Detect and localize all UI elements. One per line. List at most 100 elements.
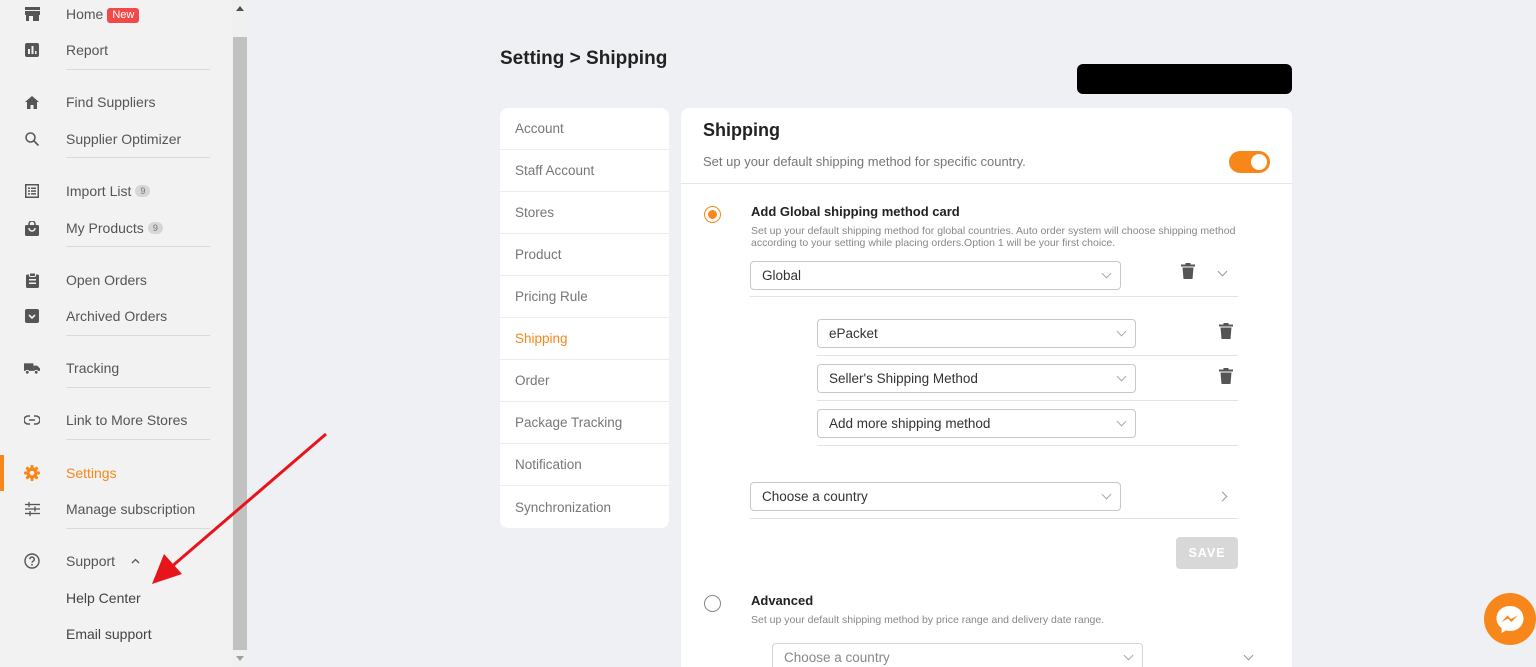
help-center-link[interactable]: Help Center — [66, 590, 141, 606]
store-icon — [24, 6, 40, 22]
sidebar-divider — [66, 439, 210, 440]
row-divider — [817, 355, 1238, 356]
advanced-title: Advanced — [751, 593, 814, 608]
settings-menu-item[interactable]: Staff Account — [500, 150, 669, 192]
sidebar-item-tracking[interactable]: Tracking — [0, 350, 232, 386]
link-icon — [24, 412, 40, 428]
messenger-chat-button[interactable] — [1484, 593, 1536, 645]
gear-icon — [24, 465, 40, 481]
global-card-description: Set up your default shipping method for … — [751, 225, 1236, 249]
sidebar: Home New Report Find Suppliers Supplier O… — [0, 0, 232, 667]
advanced-description: Set up your default shipping method by p… — [751, 614, 1105, 626]
list-icon — [24, 183, 40, 199]
sidebar-divider — [66, 157, 210, 158]
bar-chart-icon — [24, 42, 40, 58]
sidebar-item-settings[interactable]: Settings — [0, 455, 232, 491]
sidebar-item-label: Tracking — [66, 360, 120, 376]
sidebar-item-label: Report — [66, 42, 109, 58]
scroll-down-arrow-icon[interactable] — [236, 656, 244, 661]
settings-menu-item[interactable]: Package Tracking — [500, 402, 669, 444]
row-divider — [817, 400, 1238, 401]
shipping-method-value: ePacket — [829, 326, 878, 341]
sidebar-divider — [66, 335, 210, 336]
shipping-panel: Shipping Set up your default shipping me… — [681, 108, 1292, 667]
settings-menu-item[interactable]: Product — [500, 234, 669, 276]
chevron-down-icon[interactable] — [1217, 266, 1228, 277]
panel-divider — [681, 183, 1292, 184]
sidebar-item-open-orders[interactable]: Open Orders — [0, 262, 232, 298]
sidebar-item-label: Settings — [66, 465, 117, 481]
shipping-method-select-1[interactable]: ePacket — [817, 319, 1136, 348]
advanced-radio[interactable] — [704, 595, 721, 612]
sidebar-divider — [66, 246, 210, 247]
sidebar-item-label: Manage subscription — [66, 501, 196, 517]
panel-description: Set up your default shipping method for … — [703, 154, 1026, 169]
sidebar-item-my-products[interactable]: My Products 9 — [0, 210, 232, 246]
sidebar-item-label: Supplier Optimizer — [66, 131, 182, 147]
region-select[interactable]: Global — [750, 261, 1121, 290]
sidebar-divider — [66, 69, 210, 70]
chevron-down-icon — [1116, 416, 1127, 427]
country-select[interactable]: Choose a country — [750, 482, 1121, 511]
sidebar-item-label: Archived Orders — [66, 308, 168, 324]
sidebar-scrollbar-thumb[interactable] — [233, 37, 247, 650]
help-circle-icon — [24, 553, 40, 569]
search-icon — [24, 131, 40, 147]
sidebar-item-report[interactable]: Report — [0, 32, 232, 68]
scroll-up-arrow-icon[interactable] — [236, 6, 244, 11]
region-select-value: Global — [762, 268, 802, 283]
chevron-down-icon — [1123, 650, 1134, 661]
add-shipping-method-select[interactable]: Add more shipping method — [817, 409, 1136, 438]
country-select-value: Choose a country — [762, 489, 868, 504]
chevron-down-icon — [1101, 268, 1112, 279]
chevron-down-icon — [1116, 326, 1127, 337]
shipping-toggle[interactable] — [1229, 151, 1270, 173]
new-badge: New — [107, 7, 140, 23]
settings-menu-item[interactable]: Notification — [500, 444, 669, 486]
advanced-country-select[interactable]: Choose a country — [772, 643, 1143, 667]
chevron-down-icon[interactable] — [1243, 650, 1254, 661]
sidebar-item-label: Find Suppliers — [66, 94, 156, 110]
sidebar-item-find-suppliers[interactable]: Find Suppliers — [0, 84, 232, 120]
chevron-right-icon[interactable] — [1217, 491, 1228, 502]
trash-icon[interactable] — [1219, 368, 1233, 384]
shipping-method-value: Seller's Shipping Method — [829, 371, 978, 386]
settings-menu-item-active[interactable]: Shipping — [500, 318, 669, 360]
sidebar-item-import-list[interactable]: Import List 9 — [0, 173, 232, 209]
settings-menu-item[interactable]: Stores — [500, 192, 669, 234]
sidebar-item-label: Import List — [66, 183, 132, 199]
settings-menu: Account Staff Account Stores Product Pri… — [500, 108, 669, 528]
save-button[interactable]: SAVE — [1176, 537, 1238, 569]
settings-menu-item[interactable]: Synchronization — [500, 486, 669, 528]
sidebar-item-archived-orders[interactable]: Archived Orders — [0, 298, 232, 334]
trash-icon[interactable] — [1181, 263, 1195, 279]
settings-menu-item[interactable]: Pricing Rule — [500, 276, 669, 318]
trash-icon[interactable] — [1219, 323, 1233, 339]
sliders-icon — [24, 501, 40, 517]
settings-menu-item[interactable]: Account — [500, 108, 669, 150]
sidebar-divider — [66, 528, 210, 529]
sidebar-item-support[interactable]: Support — [0, 543, 232, 579]
redacted-area — [1077, 64, 1292, 94]
count-badge: 9 — [135, 185, 151, 197]
sidebar-divider — [66, 387, 210, 388]
shipping-method-select-2[interactable]: Seller's Shipping Method — [817, 364, 1136, 393]
chevron-up-icon — [131, 558, 140, 564]
home-icon — [24, 94, 40, 110]
sidebar-item-home[interactable]: Home New — [0, 0, 232, 32]
sidebar-item-manage-subscription[interactable]: Manage subscription — [0, 491, 232, 527]
shopping-bag-icon — [24, 220, 40, 236]
truck-icon — [24, 360, 40, 376]
settings-menu-item[interactable]: Order — [500, 360, 669, 402]
row-divider — [750, 518, 1238, 519]
sidebar-item-label: My Products — [66, 220, 144, 236]
clipboard-icon — [24, 272, 40, 288]
sidebar-item-label: Link to More Stores — [66, 412, 188, 428]
toggle-knob — [1251, 154, 1267, 170]
archive-icon — [24, 308, 40, 324]
add-method-placeholder: Add more shipping method — [829, 416, 991, 431]
sidebar-item-link-stores[interactable]: Link to More Stores — [0, 402, 232, 438]
email-support-link[interactable]: Email support — [66, 626, 152, 642]
global-card-radio[interactable] — [704, 206, 721, 223]
sidebar-item-supplier-optimizer[interactable]: Supplier Optimizer — [0, 121, 232, 157]
